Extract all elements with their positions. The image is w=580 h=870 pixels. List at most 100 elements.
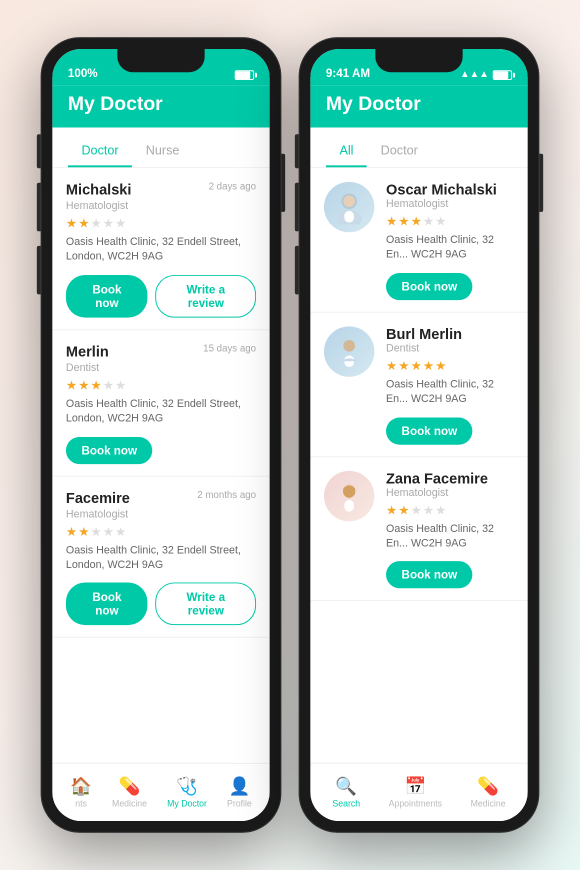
phone-left: 100% My Doctor Doctor Nurse <box>41 37 282 832</box>
nav-label-medicine: Medicine <box>112 799 147 809</box>
star: ★ <box>78 216 89 232</box>
doctor-info-3: Zana Facemire Hematologist ★ ★ ★ ★ ★ Oas… <box>386 470 514 588</box>
appointments-icon: 📅 <box>404 776 426 796</box>
profile-icon: 👤 <box>229 776 251 796</box>
nav-label-home: nts <box>75 799 87 809</box>
doc-addr-r3: Oasis Health Clinic, 32 En... WC2H 9AG <box>386 522 514 552</box>
nav-item-profile[interactable]: 👤 Profile <box>217 773 261 813</box>
notch-left <box>117 49 204 72</box>
app-title-left: My Doctor <box>68 94 163 115</box>
star: ★ <box>66 216 77 232</box>
avatar-1 <box>324 182 374 232</box>
book-btn-r2[interactable]: Book now <box>386 417 473 444</box>
doctor-name-2: Merlin <box>66 344 109 360</box>
doc-name-r1: Oscar Michalski <box>386 182 514 198</box>
star: ★ <box>103 378 114 394</box>
doctor-icon: 🩺 <box>176 776 198 796</box>
medicine-icon-right: 💊 <box>477 776 499 796</box>
app-header-left: My Doctor <box>52 86 269 128</box>
doctor-info-1: Oscar Michalski Hematologist ★ ★ ★ ★ ★ O… <box>386 182 514 300</box>
tab-nurse[interactable]: Nurse <box>132 135 193 167</box>
stars-r1: ★ ★ ★ ★ ★ <box>386 214 514 230</box>
time-ago-2: 15 days ago <box>203 344 256 355</box>
indicators-right: ▲▲▲ <box>460 69 512 80</box>
avatar-2 <box>324 326 374 376</box>
stars-r3: ★ ★ ★ ★ ★ <box>386 502 514 518</box>
time-ago-1: 2 days ago <box>209 182 256 193</box>
card-actions-3: Book now Write a review <box>66 583 256 626</box>
doctor-list-right: Oscar Michalski Hematologist ★ ★ ★ ★ ★ O… <box>310 168 527 763</box>
screen-right: 9:41 AM ▲▲▲ My Doctor All Doctor <box>310 49 527 821</box>
star: ★ <box>115 524 126 540</box>
stars-1: ★ ★ ★ ★ ★ <box>66 216 256 232</box>
nav-item-medicine[interactable]: 💊 Medicine <box>102 773 156 813</box>
doctor-card-3: Facemire 2 months ago Hematologist ★ ★ ★… <box>52 476 269 638</box>
battery-icon <box>235 70 254 80</box>
time-right: 9:41 AM <box>326 66 370 80</box>
doc-name-r3: Zana Facemire <box>386 470 514 486</box>
nav-appointments[interactable]: 📅 Appointments <box>379 773 452 813</box>
nav-label-mydoctor: My Doctor <box>167 799 207 809</box>
book-btn-r3[interactable]: Book now <box>386 561 473 588</box>
star: ★ <box>78 378 89 394</box>
card-actions-1: Book now Write a review <box>66 275 256 318</box>
book-button-1[interactable]: Book now <box>66 275 148 318</box>
nav-item-home[interactable]: 🏠 nts <box>60 773 101 813</box>
actions-r2: Book now <box>386 417 514 444</box>
home-icon: 🏠 <box>70 776 92 796</box>
nav-label-search: Search <box>332 799 360 809</box>
bottom-nav-left: 🏠 nts 💊 Medicine 🩺 My Doctor 👤 Profile <box>52 763 269 821</box>
card-actions-2: Book now <box>66 437 256 464</box>
book-button-2[interactable]: Book now <box>66 437 153 464</box>
tab-doctor-right[interactable]: Doctor <box>367 135 431 167</box>
doctor-card-1: Michalski 2 days ago Hematologist ★ ★ ★ … <box>52 168 269 330</box>
time-ago-3: 2 months ago <box>197 490 256 501</box>
stars-3: ★ ★ ★ ★ ★ <box>66 524 256 540</box>
nav-medicine-right[interactable]: 💊 Medicine <box>461 773 515 813</box>
nav-item-mydoctor[interactable]: 🩺 My Doctor <box>157 773 216 813</box>
star: ★ <box>78 524 89 540</box>
actions-r3: Book now <box>386 561 514 588</box>
doctor-card-2: Merlin 15 days ago Dentist ★ ★ ★ ★ ★ Oas… <box>52 330 269 476</box>
address-2: Oasis Health Clinic, 32 Endell Street, L… <box>66 397 256 427</box>
address-1: Oasis Health Clinic, 32 Endell Street, L… <box>66 235 256 265</box>
doctor-avatar-card-2: Burl Merlin Dentist ★ ★ ★ ★ ★ Oasis Heal… <box>310 313 527 457</box>
nav-label-profile: Profile <box>227 799 252 809</box>
actions-r1: Book now <box>386 273 514 300</box>
star: ★ <box>66 524 77 540</box>
address-3: Oasis Health Clinic, 32 Endell Street, L… <box>66 543 256 573</box>
doc-name-r2: Burl Merlin <box>386 326 514 342</box>
nav-search[interactable]: 🔍 Search <box>323 773 370 813</box>
doc-addr-r1: Oasis Health Clinic, 32 En... WC2H 9AG <box>386 233 514 263</box>
medicine-icon: 💊 <box>119 776 141 796</box>
app-title-right: My Doctor <box>326 94 421 115</box>
search-icon: 🔍 <box>335 776 357 796</box>
indicators <box>235 70 254 80</box>
review-button-1[interactable]: Write a review <box>156 275 256 318</box>
doctor-avatar-card-3: Zana Facemire Hematologist ★ ★ ★ ★ ★ Oas… <box>310 457 527 601</box>
tab-all[interactable]: All <box>326 135 367 167</box>
nav-label-medicine-right: Medicine <box>471 799 506 809</box>
app-header-right: My Doctor <box>310 86 527 128</box>
star: ★ <box>115 216 126 232</box>
specialty-3: Hematologist <box>66 508 256 520</box>
notch-right <box>375 49 462 72</box>
bottom-nav-right: 🔍 Search 📅 Appointments 💊 Medicine <box>310 763 527 821</box>
book-button-3[interactable]: Book now <box>66 583 148 626</box>
star: ★ <box>90 524 101 540</box>
star: ★ <box>90 378 101 394</box>
doc-addr-r2: Oasis Health Clinic, 32 En... WC2H 9AG <box>386 378 514 408</box>
star: ★ <box>103 216 114 232</box>
doc-spec-r3: Hematologist <box>386 487 514 499</box>
tab-doctor[interactable]: Doctor <box>68 135 132 167</box>
doc-spec-r2: Dentist <box>386 343 514 355</box>
screen-left: 100% My Doctor Doctor Nurse <box>52 49 269 821</box>
specialty-2: Dentist <box>66 362 256 374</box>
doctor-name-3: Facemire <box>66 490 130 506</box>
star: ★ <box>103 524 114 540</box>
review-button-3[interactable]: Write a review <box>156 583 256 626</box>
star: ★ <box>66 378 77 394</box>
doctor-avatar-card-1: Oscar Michalski Hematologist ★ ★ ★ ★ ★ O… <box>310 168 527 312</box>
doctor-name-1: Michalski <box>66 182 132 198</box>
book-btn-r1[interactable]: Book now <box>386 273 473 300</box>
